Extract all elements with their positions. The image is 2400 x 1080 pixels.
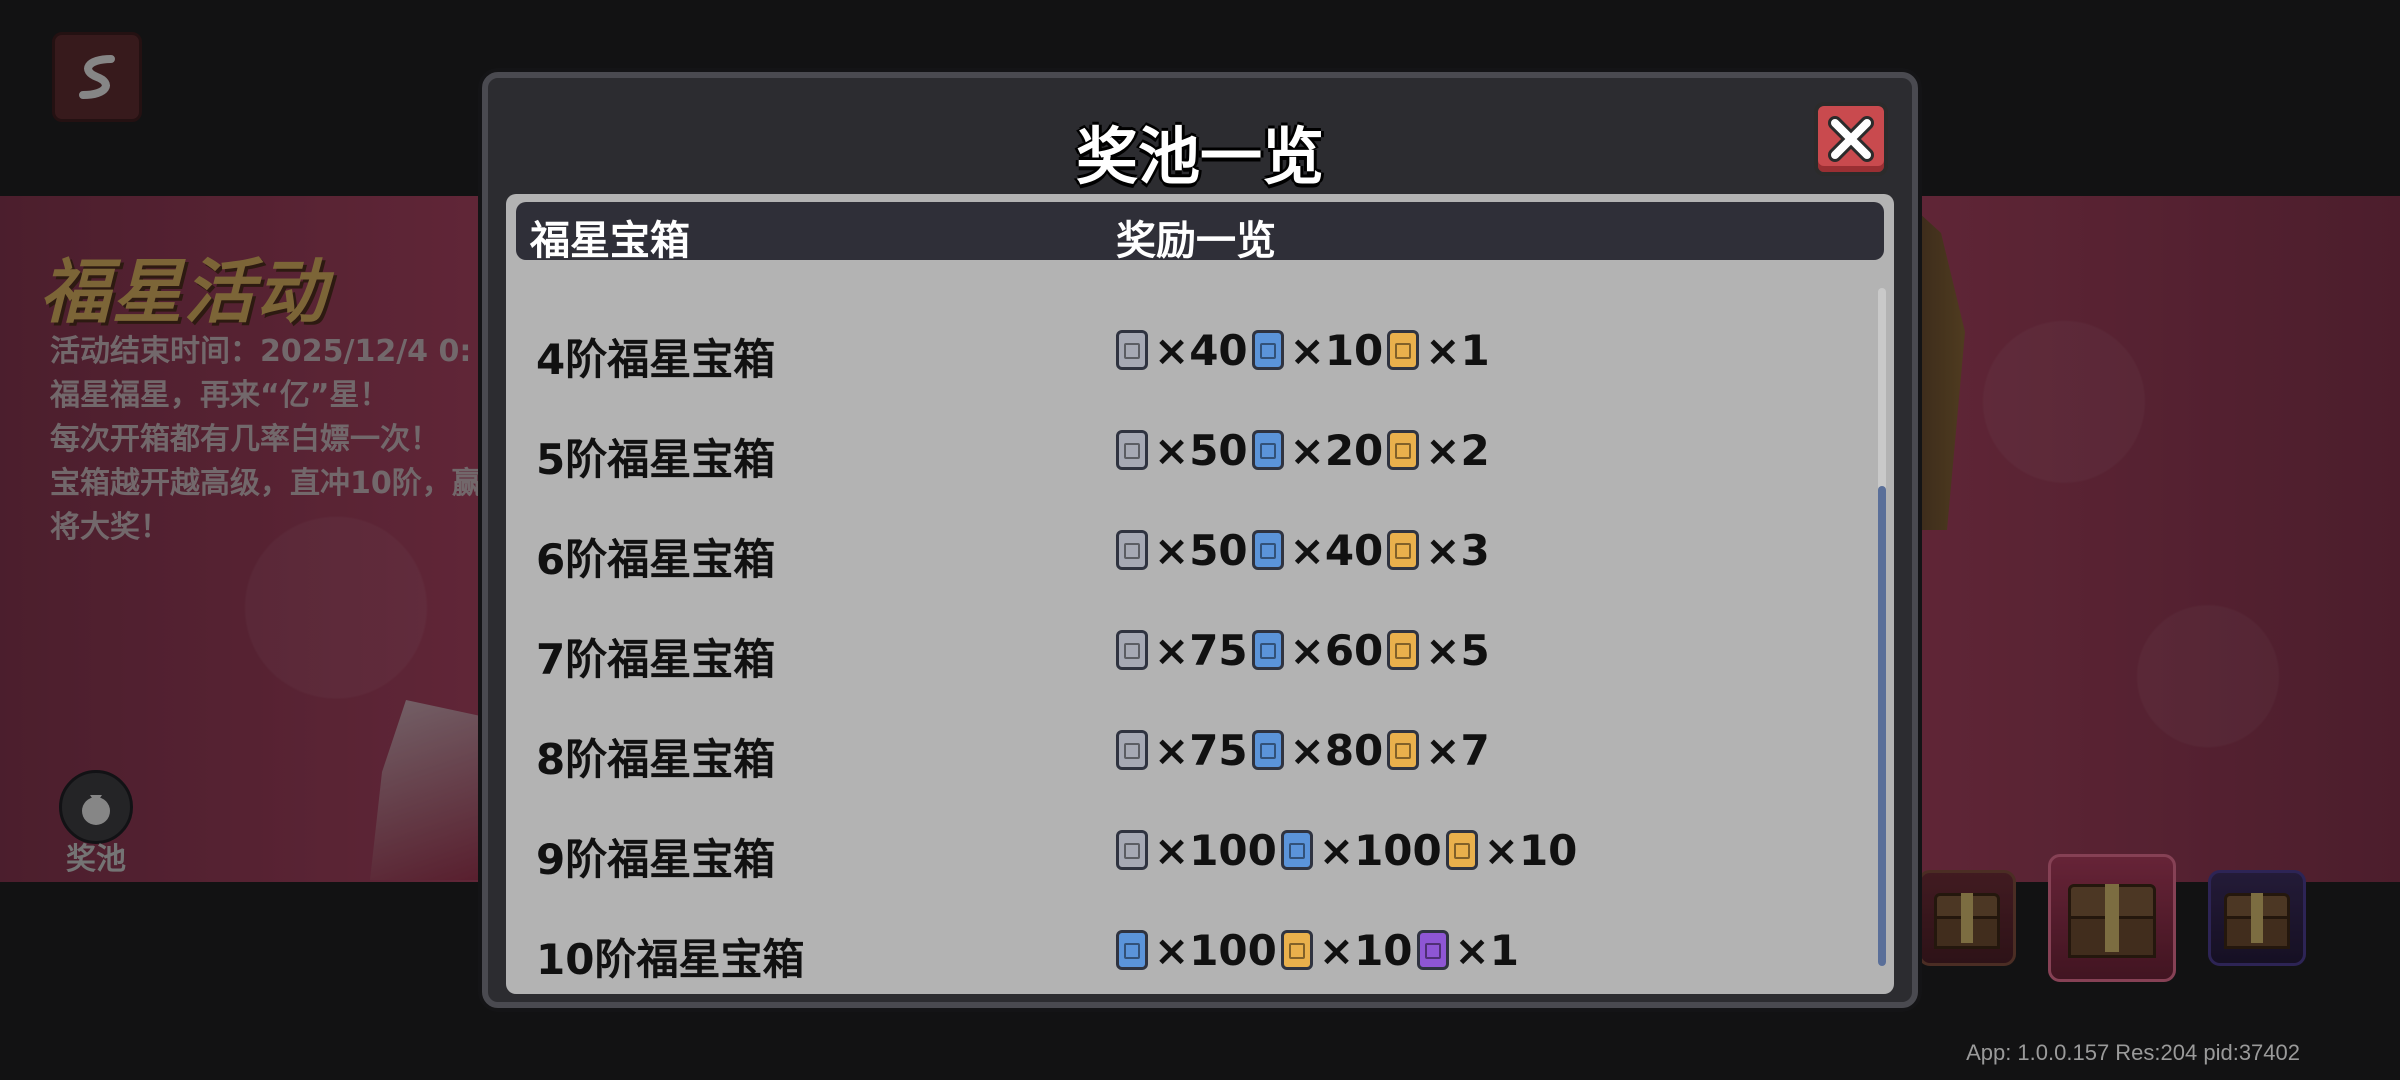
blue-gem-icon — [1251, 530, 1284, 570]
reward-qty: ×1 — [1454, 925, 1519, 975]
reward-qty: ×10 — [1483, 825, 1578, 875]
chest-tier-name: 6阶福星宝箱 — [536, 535, 776, 584]
reward-qty: ×5 — [1425, 625, 1490, 675]
table-header: 福星宝箱 奖励一览 — [516, 202, 1884, 264]
gray-gem-icon — [1116, 830, 1148, 870]
gold-gem-icon — [1387, 630, 1420, 670]
close-icon — [1828, 116, 1874, 162]
gold-gem-icon — [1387, 530, 1420, 570]
reward-qty: ×40 — [1289, 525, 1384, 575]
reward-qty: ×20 — [1289, 425, 1384, 475]
blue-gem-icon — [1251, 730, 1284, 770]
chest-tier-name: 4阶福星宝箱 — [536, 335, 776, 384]
table-row: 8阶福星宝箱 ×75 ×80 ×7 — [506, 700, 1846, 800]
gray-gem-icon — [1116, 630, 1148, 670]
table-row: 7阶福星宝箱 ×75 ×60 ×5 — [506, 600, 1846, 700]
gold-gem-icon — [1280, 930, 1313, 970]
chest-tier-name: 10阶福星宝箱 — [536, 935, 805, 984]
blue-gem-icon — [1251, 630, 1284, 670]
reward-qty: ×100 — [1318, 825, 1442, 875]
blue-gem-icon — [1116, 930, 1148, 970]
blue-gem-icon — [1251, 330, 1284, 370]
prize-pool-dialog: 奖池一览 福星宝箱 奖励一览 4阶福星宝箱 ×40 ×10 ×1 5阶福星宝箱 … — [482, 72, 1918, 1008]
column-header-chest: 福星宝箱 — [530, 218, 690, 264]
reward-qty: ×40 — [1154, 325, 1248, 375]
reward-qty: ×75 — [1154, 725, 1248, 775]
close-button[interactable] — [1814, 102, 1888, 176]
blue-gem-icon — [1251, 430, 1284, 470]
reward-list: ×100 ×10 ×1 — [1116, 922, 1523, 978]
scrollbar[interactable] — [1878, 288, 1886, 966]
reward-list: ×100 ×100 ×10 — [1116, 822, 1581, 878]
scrollbar-thumb[interactable] — [1878, 486, 1886, 966]
reward-list: ×50 ×20 ×2 — [1116, 422, 1494, 478]
column-header-rewards: 奖励一览 — [1116, 218, 1276, 264]
gray-gem-icon — [1116, 430, 1148, 470]
reward-qty: ×1 — [1425, 325, 1490, 375]
dialog-title: 奖池一览 — [1075, 120, 1324, 193]
gray-gem-icon — [1116, 730, 1148, 770]
reward-qty: ×100 — [1154, 925, 1277, 975]
reward-list: ×50 ×40 ×3 — [1116, 522, 1494, 578]
chest-tier-name: 7阶福星宝箱 — [536, 635, 776, 684]
gold-gem-icon — [1387, 330, 1420, 370]
reward-qty: ×80 — [1289, 725, 1384, 775]
blue-gem-icon — [1280, 830, 1313, 870]
reward-qty: ×3 — [1425, 525, 1490, 575]
reward-qty: ×75 — [1154, 625, 1248, 675]
reward-qty: ×10 — [1318, 925, 1413, 975]
purple-gem-icon — [1416, 930, 1449, 970]
chest-tier-name: 5阶福星宝箱 — [536, 435, 776, 484]
gold-gem-icon — [1387, 430, 1420, 470]
reward-qty: ×60 — [1289, 625, 1384, 675]
chest-tier-name: 9阶福星宝箱 — [536, 835, 776, 884]
reward-qty: ×7 — [1425, 725, 1490, 775]
reward-qty: ×10 — [1289, 325, 1384, 375]
table-row: 6阶福星宝箱 ×50 ×40 ×3 — [506, 500, 1846, 600]
table-row: 4阶福星宝箱 ×40 ×10 ×1 — [506, 300, 1846, 400]
table-row: 9阶福星宝箱 ×100 ×100 ×10 — [506, 800, 1846, 900]
reward-list: ×75 ×80 ×7 — [1116, 722, 1494, 778]
version-info: App: 1.0.0.157 Res:204 pid:37402 — [1966, 1040, 2300, 1065]
reward-list: ×75 ×60 ×5 — [1116, 622, 1494, 678]
chest-tier-name: 8阶福星宝箱 — [536, 735, 776, 784]
reward-qty: ×2 — [1425, 425, 1490, 475]
reward-qty: ×50 — [1154, 425, 1248, 475]
gray-gem-icon — [1116, 330, 1148, 370]
reward-table: 福星宝箱 奖励一览 4阶福星宝箱 ×40 ×10 ×1 5阶福星宝箱 ×50 ×… — [506, 194, 1894, 994]
gold-gem-icon — [1387, 730, 1420, 770]
table-row: 5阶福星宝箱 ×50 ×20 ×2 — [506, 400, 1846, 500]
reward-list: ×40 ×10 ×1 — [1116, 322, 1494, 378]
gold-gem-icon — [1445, 830, 1478, 870]
reward-qty: ×100 — [1154, 825, 1277, 875]
reward-qty: ×50 — [1154, 525, 1248, 575]
table-row: 10阶福星宝箱 ×100 ×10 ×1 — [506, 900, 1846, 994]
gray-gem-icon — [1116, 530, 1148, 570]
